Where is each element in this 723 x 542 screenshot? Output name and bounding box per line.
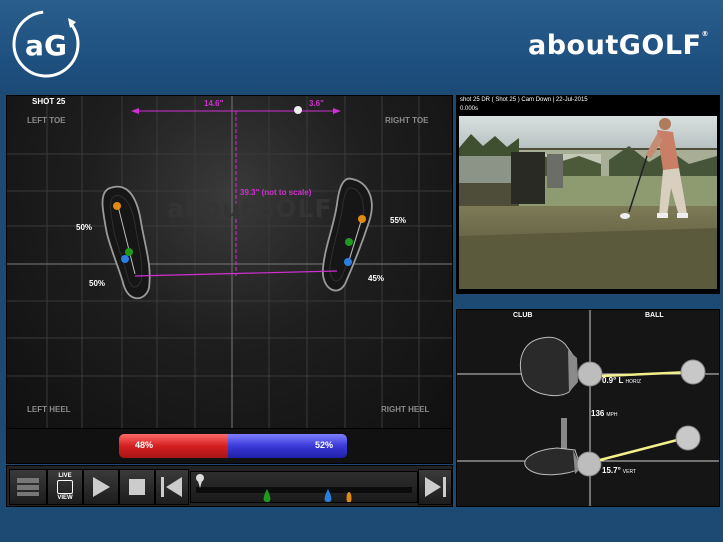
- horizontal-angle: 0.9° L HORIZ: [602, 376, 641, 385]
- right-heel-label: RIGHT HEEL: [381, 405, 430, 414]
- svg-text:aG: aG: [25, 29, 67, 62]
- right-offset-dim: 3.6": [309, 99, 324, 108]
- ag-logo-icon: aG: [12, 10, 80, 78]
- ball-side-end: [675, 425, 701, 451]
- club-label: CLUB: [513, 312, 533, 319]
- shot-title: SHOT 25: [32, 97, 66, 106]
- camera-video-panel[interactable]: shot 25 DR ( Shot 25 ) Cam Down | 22-Jul…: [456, 95, 720, 294]
- right-heel-pct: 45%: [368, 274, 385, 283]
- orange-marker-icon: [346, 492, 352, 504]
- golf-ball: [620, 213, 630, 219]
- left-offset-dim: 14.6": [204, 99, 224, 108]
- target-marker: [294, 106, 302, 114]
- stop-button[interactable]: [119, 469, 155, 505]
- left-cog-dot: [125, 248, 133, 256]
- view-label: VIEW: [57, 495, 73, 501]
- club-ball-graphic: [457, 310, 719, 506]
- ball-club-contact: [577, 361, 603, 387]
- left-heel-dot: [121, 255, 129, 263]
- foot-pressure-panel: aboutGOLF SHOT 25 LEFT TOE RIGHT TOE LEF…: [6, 95, 453, 429]
- menu-icon: [17, 478, 39, 496]
- menu-button[interactable]: [9, 469, 47, 505]
- depth-dim: 39.3" (not to scale): [240, 188, 312, 197]
- live-label: LIVE: [58, 473, 72, 479]
- ball-label: BALL: [645, 312, 664, 319]
- live-view-button[interactable]: LIVE VIEW: [47, 469, 83, 505]
- play-button[interactable]: [83, 469, 119, 505]
- left-toe-pct: 50%: [76, 223, 93, 232]
- club-speed: 136 MPH: [591, 409, 618, 418]
- pressure-grid: [7, 96, 452, 428]
- skip-back-icon: [161, 477, 182, 497]
- ball-side-contact: [576, 451, 602, 477]
- driver-side-view-icon: [524, 418, 582, 476]
- right-weight-pct: 52%: [314, 440, 333, 450]
- timeline-track[interactable]: [190, 471, 418, 504]
- right-cog-dot: [345, 238, 353, 246]
- play-icon: [93, 477, 110, 497]
- playback-controls: LIVE VIEW: [6, 465, 453, 507]
- vertical-angle: 15.7° VERT: [602, 466, 637, 475]
- right-toe-dot: [358, 215, 366, 223]
- club-ball-data-panel: CLUB BALL 0.9° L HORIZ 136 MPH 15.7° VERT: [456, 309, 720, 507]
- brand-logo: aboutGOLF®: [528, 30, 709, 61]
- skip-forward-button[interactable]: [418, 469, 452, 505]
- left-foot-outline: [101, 185, 151, 300]
- rewind-button[interactable]: [155, 469, 189, 505]
- playhead-handle[interactable]: [196, 474, 204, 482]
- balance-bar: 48% 52%: [119, 434, 347, 458]
- video-frame: [459, 116, 717, 289]
- video-timestamp: 0.000s: [460, 106, 479, 112]
- watermark: aboutGOLF: [167, 194, 333, 223]
- vertical-launch-line: [599, 436, 686, 462]
- stop-icon: [129, 479, 145, 495]
- left-heel-label: LEFT HEEL: [27, 405, 71, 414]
- left-toe-label: LEFT TOE: [27, 116, 66, 125]
- ball-top-end: [680, 359, 706, 385]
- app-header: aG aboutGOLF®: [0, 0, 723, 92]
- weight-balance-panel: 48% 52%: [6, 428, 453, 464]
- left-heel-pct: 50%: [89, 279, 106, 288]
- timeline-markers: [196, 474, 412, 504]
- driver-top-view-icon: [519, 336, 578, 396]
- right-toe-pct: 55%: [390, 216, 407, 225]
- view-frame-icon: [57, 480, 73, 494]
- skip-forward-icon: [425, 477, 446, 497]
- right-heel-dot: [344, 258, 352, 266]
- left-toe-dot: [113, 202, 121, 210]
- right-toe-label: RIGHT TOE: [385, 116, 429, 125]
- left-weight-pct: 48%: [135, 440, 154, 450]
- video-caption: shot 25 DR ( Shot 25 ) Cam Down | 22-Jul…: [460, 97, 588, 103]
